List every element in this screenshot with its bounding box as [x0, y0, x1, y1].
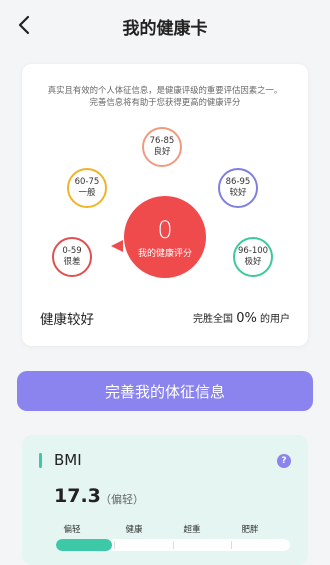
level-average-60-75: 60-75 一般	[67, 168, 107, 208]
bmi-value: 17.3	[54, 485, 101, 507]
page-title: 我的健康卡	[122, 19, 208, 39]
health-score-value: 0	[157, 215, 173, 244]
level-label: 较好	[229, 188, 247, 198]
scale-label-underweight: 偏轻	[63, 525, 81, 535]
rank-text: 完胜全国 0% 的用户	[193, 310, 290, 326]
level-excellent-96-100: 96-100 极好	[233, 237, 273, 277]
rank-value: 0%	[236, 311, 257, 326]
scale-label-healthy: 健康	[125, 525, 143, 535]
nav-bar: 我的健康卡	[0, 0, 330, 52]
bmi-scale-fill	[56, 539, 113, 551]
health-score-card: 真实且有效的个人体征信息，是健康评级的重要评估因素之一。 完善信息将有助于您获得…	[22, 64, 308, 346]
level-label: 良好	[153, 147, 171, 157]
rank-suffix: 的用户	[260, 314, 290, 325]
scale-label-overweight: 超重	[183, 525, 201, 535]
health-score-circle: 0 我的健康评分	[124, 196, 206, 278]
scale-divider	[114, 541, 115, 549]
bmi-scale-bar	[56, 539, 290, 551]
level-range: 0-59	[62, 246, 82, 256]
level-good-76-85: 76-85 良好	[142, 127, 182, 167]
bmi-title: BMI	[54, 451, 82, 469]
level-label: 极好	[244, 257, 262, 267]
health-status: 健康较好	[40, 312, 94, 328]
level-poor-0-59: 0-59 很差	[52, 237, 92, 277]
level-range: 60-75	[74, 177, 100, 187]
level-label: 一般	[78, 188, 96, 198]
level-range: 76-85	[149, 136, 175, 146]
scale-divider	[231, 541, 232, 549]
scale-divider	[173, 541, 174, 549]
card-description-line2: 完善信息将有助于您获得更高的健康评分	[89, 97, 241, 107]
card-description-line1: 真实且有效的个人体征信息，是健康评级的重要评估因素之一。	[47, 85, 283, 95]
bmi-card: BMI ? 17.3 （偏轻） 偏轻 健康 超重 肥胖	[22, 435, 308, 565]
level-range: 96-100	[237, 246, 269, 256]
bmi-category: （偏轻）	[100, 493, 144, 506]
score-pointer-icon	[111, 240, 123, 252]
complete-info-button[interactable]: 完善我的体征信息	[17, 371, 313, 411]
health-score-label: 我的健康评分	[137, 248, 192, 259]
level-better-86-95: 86-95 较好	[218, 168, 258, 208]
help-icon[interactable]: ?	[277, 454, 291, 468]
scale-label-obese: 肥胖	[241, 525, 259, 535]
level-range: 86-95	[225, 177, 251, 187]
level-label: 很差	[63, 257, 81, 267]
rank-prefix: 完胜全国	[193, 314, 233, 325]
section-accent-bar	[39, 453, 42, 468]
